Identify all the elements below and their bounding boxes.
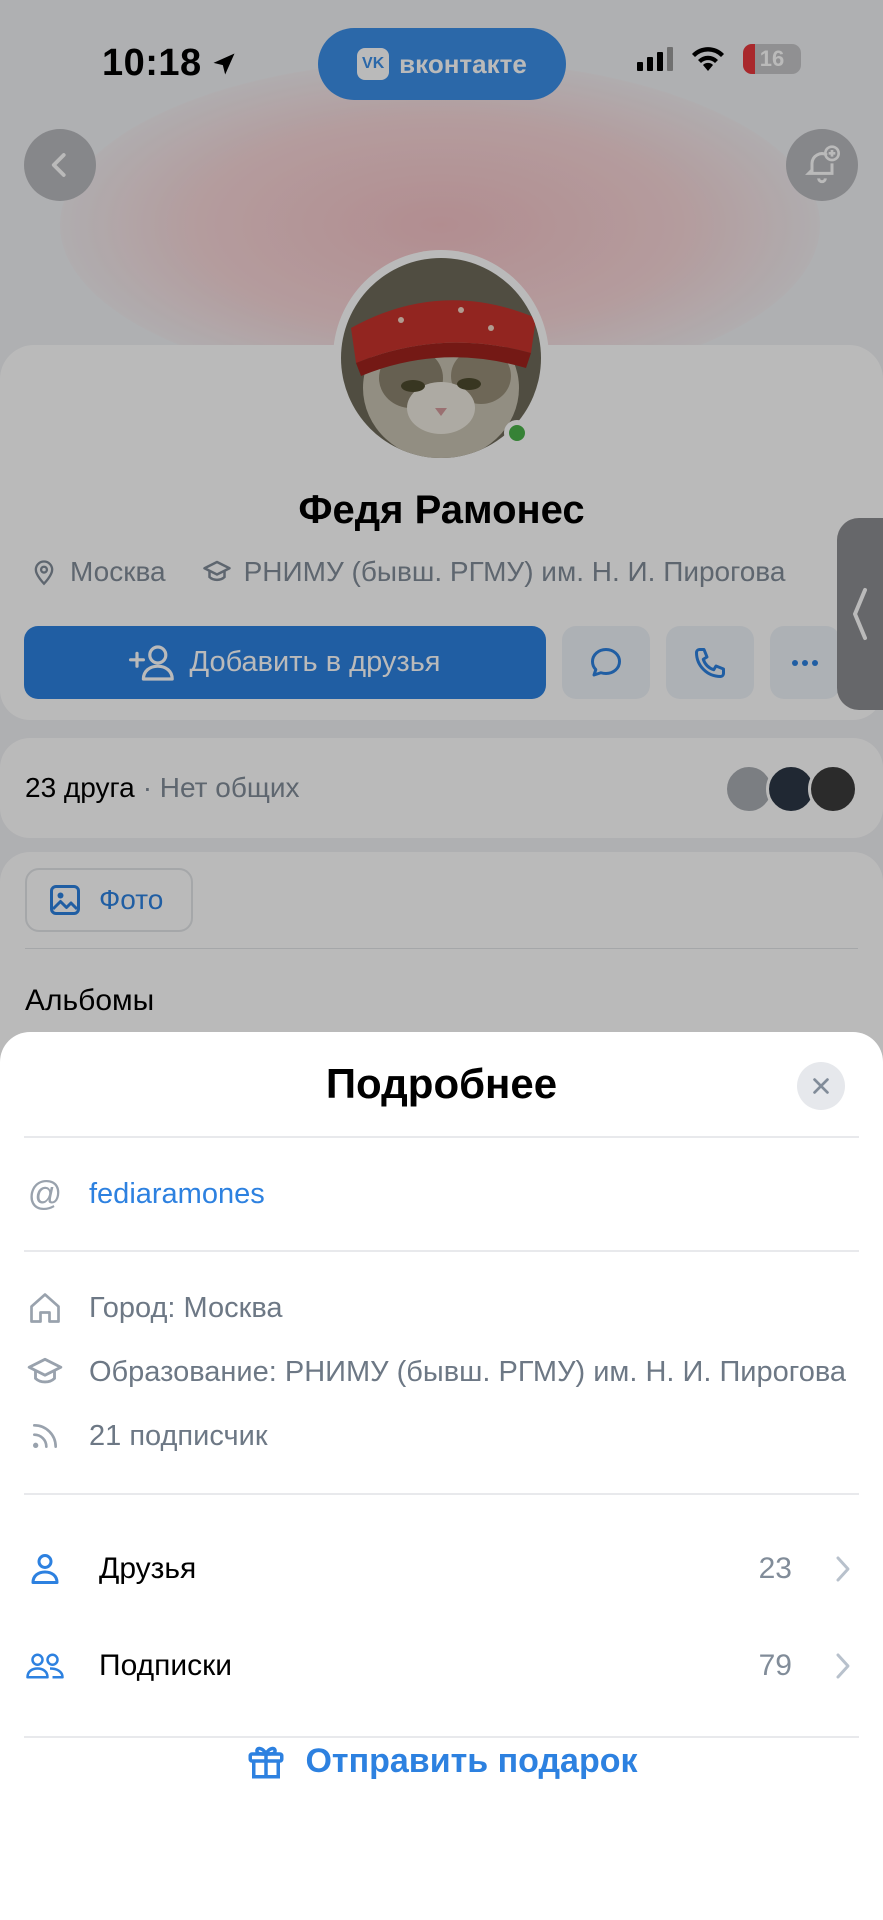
sheet-title: Подробнее (325, 1060, 558, 1107)
close-icon (813, 1078, 829, 1094)
subscriptions-label: Подписки (99, 1649, 232, 1682)
divider (24, 1736, 859, 1738)
at-sign-icon: @ (27, 1174, 63, 1213)
graduation-cap-icon (25, 1352, 65, 1392)
followers-text: 21 подписчик (89, 1419, 268, 1452)
user-icon (25, 1549, 65, 1589)
home-icon (25, 1288, 65, 1328)
details-sheet: Подробнее @ fediaramones Город: Москва О… (0, 1032, 883, 1920)
username-link[interactable]: fediaramones (89, 1178, 265, 1211)
username-row[interactable]: @ fediaramones (25, 1174, 858, 1214)
friends-label: Друзья (99, 1552, 197, 1585)
send-gift-button[interactable]: Отправить подарок (0, 1740, 883, 1782)
divider (24, 1250, 859, 1252)
subscriptions-count: 79 (758, 1649, 792, 1682)
city-row: Город: Москва (25, 1288, 858, 1328)
gift-icon (248, 1746, 284, 1779)
education-text: Образование: РНИМУ (бывш. РГМУ) им. Н. И… (89, 1355, 847, 1388)
subscriptions-nav-row[interactable]: Подписки 79 (25, 1639, 858, 1693)
city-text: Город: Москва (89, 1291, 283, 1324)
divider (24, 1136, 859, 1138)
friends-nav-row[interactable]: Друзья 23 (25, 1542, 858, 1596)
friends-count: 23 (758, 1552, 792, 1585)
education-row[interactable]: Образование: РНИМУ (бывш. РГМУ) им. Н. И… (25, 1352, 858, 1392)
close-button[interactable] (797, 1062, 845, 1110)
send-gift-label: Отправить подарок (305, 1741, 638, 1780)
chevron-right-icon (828, 1652, 858, 1680)
rss-feed-icon (25, 1416, 65, 1456)
followers-row[interactable]: 21 подписчик (25, 1416, 858, 1456)
users-icon (25, 1646, 65, 1686)
divider (24, 1493, 859, 1495)
chevron-right-icon (828, 1555, 858, 1583)
